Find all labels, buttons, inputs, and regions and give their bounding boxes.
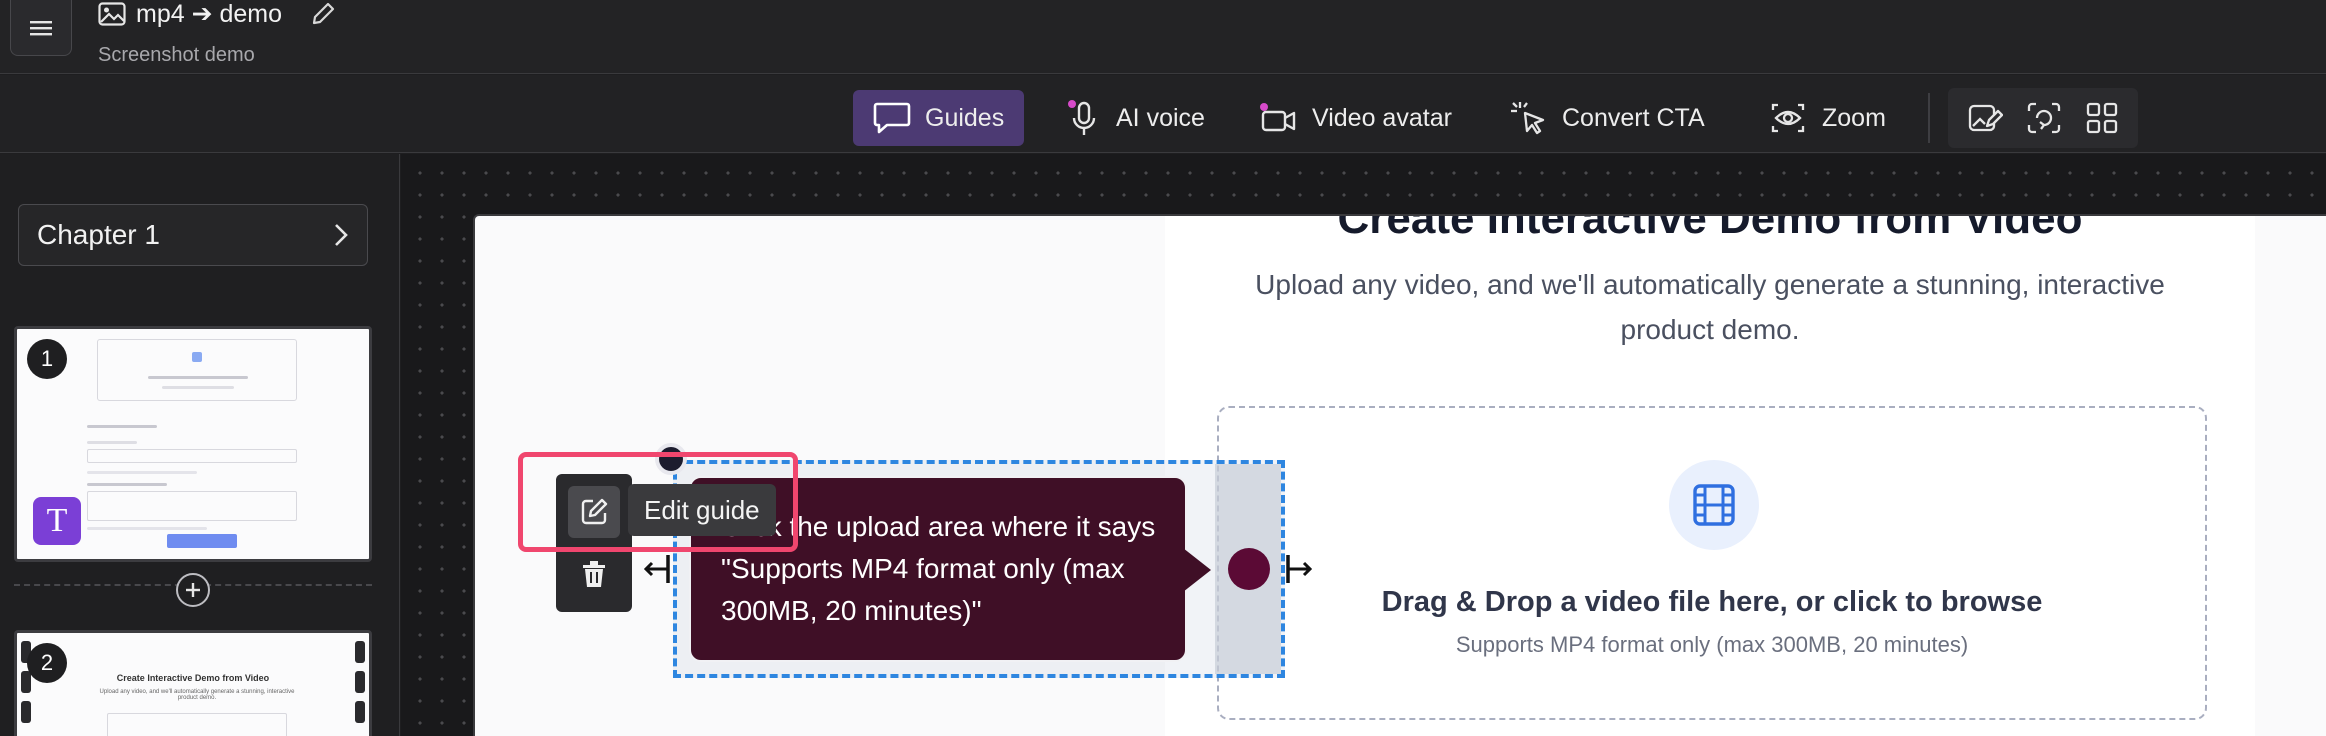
toolbar-separator xyxy=(1928,93,1930,143)
chat-bubble-icon xyxy=(873,102,911,134)
image-edit-icon[interactable] xyxy=(1967,100,2004,136)
video-avatar-button[interactable]: Video avatar xyxy=(1238,90,1472,146)
upload-card: Create Interactive Demo from Video Uploa… xyxy=(1165,216,2255,736)
title-row: mp4 ➔ demo xyxy=(98,0,336,28)
focus-icon[interactable] xyxy=(2026,100,2062,136)
pencil-icon[interactable] xyxy=(310,1,336,27)
guides-button[interactable]: Guides xyxy=(853,90,1025,146)
project-subtitle: Screenshot demo xyxy=(98,44,255,66)
convert-cta-label: Convert CTA xyxy=(1562,103,1705,132)
resize-handle-left[interactable] xyxy=(644,553,672,585)
guides-label: Guides xyxy=(925,103,1005,132)
convert-cta-button[interactable]: Convert CTA xyxy=(1488,90,1725,146)
grid-icon[interactable] xyxy=(2085,101,2119,135)
dropzone-title: Drag & Drop a video file here, or click … xyxy=(1381,586,2043,618)
zoom-button[interactable]: Zoom xyxy=(1748,90,1906,146)
slide-number-badge: 2 xyxy=(27,643,67,683)
thumbnail-create-button xyxy=(167,534,237,548)
slide-thumbnail-2[interactable]: 2 Create Interactive Demo from Video Upl… xyxy=(14,630,372,736)
chevron-right-icon xyxy=(335,224,348,246)
plus-icon xyxy=(186,583,200,597)
delete-guide-button[interactable] xyxy=(568,548,620,600)
thumbnail-title: Create Interactive Demo from Video xyxy=(116,673,270,683)
tooltip-arrow xyxy=(1183,548,1211,592)
film-icon-wrap xyxy=(1669,460,1759,550)
microphone-icon xyxy=(1068,100,1096,135)
annotation-highlight xyxy=(518,452,798,552)
ai-voice-button[interactable]: AI voice xyxy=(1046,90,1225,146)
slide-number-badge: 1 xyxy=(27,339,67,379)
hotspot-dot[interactable] xyxy=(1226,546,1272,592)
slide-thumbnail-1[interactable]: 1 T xyxy=(14,326,372,562)
slides-sidebar: Chapter 1 1 T 2 Create Interactive Demo … xyxy=(0,154,400,736)
cursor-click-icon xyxy=(1511,102,1545,135)
dropzone-subtitle: Supports MP4 format only (max 300MB, 20 … xyxy=(1455,632,1969,657)
avatar[interactable]: T xyxy=(33,497,81,545)
video-camera-icon xyxy=(1260,103,1296,132)
film-icon xyxy=(1693,484,1735,526)
project-title: mp4 ➔ demo xyxy=(136,0,283,28)
thumbnail-dropzone xyxy=(97,339,297,401)
trash-icon xyxy=(583,561,605,587)
top-bar: mp4 ➔ demo Screenshot demo xyxy=(0,0,2326,74)
view-icon-group xyxy=(1948,88,2138,148)
hero-subtitle: Upload any video, and we'll automaticall… xyxy=(1255,269,2165,345)
image-icon xyxy=(98,2,126,26)
add-slide-button[interactable] xyxy=(176,573,210,607)
video-avatar-label: Video avatar xyxy=(1312,103,1452,132)
hamburger-icon xyxy=(30,20,52,35)
hero-title: Create Interactive Demo from Video xyxy=(1337,214,2083,243)
video-dropzone[interactable]: Drag & Drop a video file here, or click … xyxy=(1217,406,2207,720)
chapter-label: Chapter 1 xyxy=(37,219,160,250)
menu-button[interactable] xyxy=(10,0,72,56)
editor-toolbar: Guides AI voice Video avatar Convert CTA… xyxy=(0,75,2326,153)
resize-handle-right[interactable] xyxy=(1284,553,1312,585)
chapter-selector[interactable]: Chapter 1 xyxy=(18,204,368,266)
ai-voice-label: AI voice xyxy=(1116,103,1205,132)
zoom-label: Zoom xyxy=(1822,103,1886,132)
thumbnail-subtitle: Upload any video, and we'll automaticall… xyxy=(99,689,295,701)
eye-icon xyxy=(1771,103,1805,133)
